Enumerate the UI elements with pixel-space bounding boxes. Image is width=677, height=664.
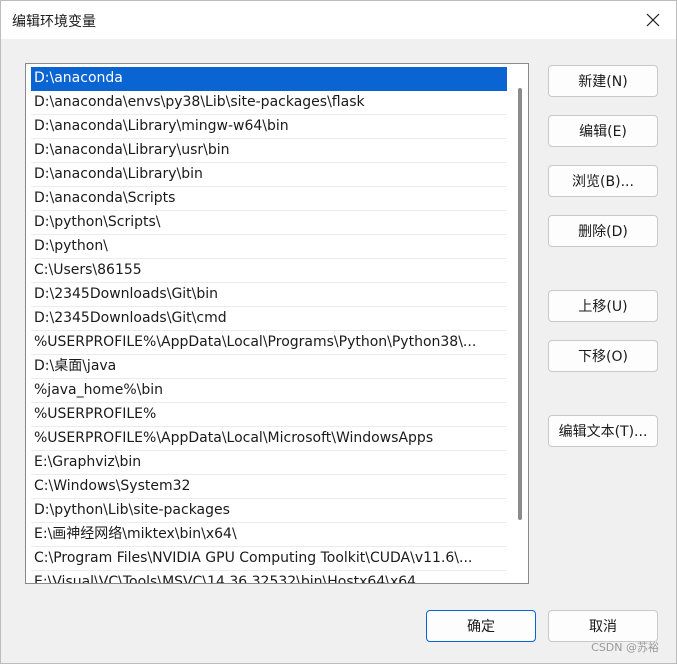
close-icon (646, 13, 660, 27)
path-item[interactable]: C:\Users\86155 (31, 259, 507, 283)
path-item[interactable]: D:\anaconda\envs\py38\Lib\site-packages\… (31, 91, 507, 115)
delete-button[interactable]: 删除(D) (548, 215, 658, 247)
edit-button[interactable]: 编辑(E) (548, 115, 658, 147)
path-item[interactable]: D:\python\Lib\site-packages (31, 499, 507, 523)
path-item[interactable]: D:\anaconda\Library\bin (31, 163, 507, 187)
path-list[interactable]: D:\anaconda D:\anaconda\envs\py38\Lib\si… (25, 63, 529, 584)
close-button[interactable] (630, 1, 676, 39)
path-item[interactable]: E:\画神经网络\miktex\bin\x64\ (31, 523, 507, 547)
path-item[interactable]: %USERPROFILE%\AppData\Local\Programs\Pyt… (31, 331, 507, 355)
vertical-scrollbar[interactable] (512, 64, 528, 583)
ok-button[interactable]: 确定 (426, 610, 536, 642)
move-up-button[interactable]: 上移(U) (548, 290, 658, 322)
path-item[interactable]: D:\anaconda\Scripts (31, 187, 507, 211)
path-item[interactable]: D:\桌面\java (31, 355, 507, 379)
path-item[interactable]: D:\2345Downloads\Git\bin (31, 283, 507, 307)
edit-env-var-dialog: 编辑环境变量 D:\anaconda D:\anaconda\envs\py38… (0, 0, 677, 664)
path-item[interactable]: %java_home%\bin (31, 379, 507, 403)
new-button[interactable]: 新建(N) (548, 65, 658, 97)
path-rows: D:\anaconda D:\anaconda\envs\py38\Lib\si… (31, 67, 507, 583)
path-item[interactable]: E:\Visual\VC\Tools\MSVC\14.36.32532\bin\… (31, 571, 507, 583)
path-item[interactable]: C:\Program Files\NVIDIA GPU Computing To… (31, 547, 507, 571)
scrollbar-thumb[interactable] (518, 88, 522, 520)
move-down-button[interactable]: 下移(O) (548, 340, 658, 372)
path-item[interactable]: D:\anaconda (31, 67, 507, 91)
path-item[interactable]: %USERPROFILE%\AppData\Local\Microsoft\Wi… (31, 427, 507, 451)
watermark: CSDN @苏裕 (591, 641, 659, 654)
path-item[interactable]: D:\anaconda\Library\mingw-w64\bin (31, 115, 507, 139)
edit-text-button[interactable]: 编辑文本(T)... (548, 415, 658, 447)
path-item[interactable]: D:\python\ (31, 235, 507, 259)
dialog-title: 编辑环境变量 (12, 14, 96, 30)
path-item[interactable]: D:\python\Scripts\ (31, 211, 507, 235)
browse-button[interactable]: 浏览(B)... (548, 165, 658, 197)
path-item[interactable]: D:\anaconda\Library\usr\bin (31, 139, 507, 163)
cancel-button[interactable]: 取消 (548, 610, 658, 642)
title-bar: 编辑环境变量 (1, 1, 676, 39)
path-item[interactable]: C:\Windows\System32 (31, 475, 507, 499)
path-item[interactable]: E:\Graphviz\bin (31, 451, 507, 475)
path-item[interactable]: D:\2345Downloads\Git\cmd (31, 307, 507, 331)
path-item[interactable]: %USERPROFILE% (31, 403, 507, 427)
